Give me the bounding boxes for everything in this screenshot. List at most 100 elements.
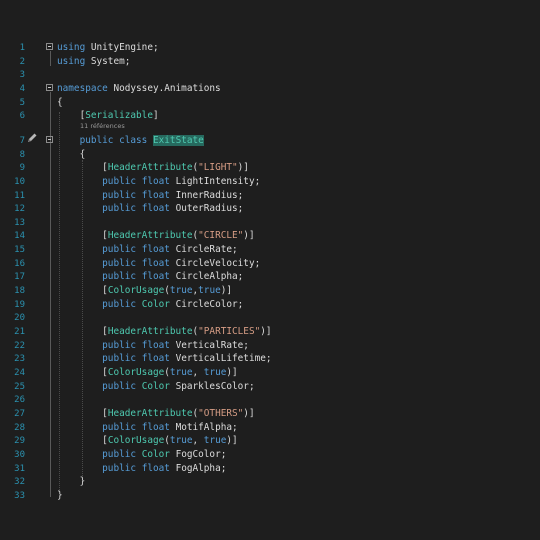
code-text[interactable]: [HeaderAttribute("PARTICLES")] [57,325,271,339]
code-line[interactable]: 25 public Color SparklesColor; [0,380,540,394]
code-line[interactable]: 9 [HeaderAttribute("LIGHT")] [0,161,540,175]
code-editor[interactable]: 11 références 1 using UnityEngine; 2 using … [0,0,540,540]
code-token: SparklesColor; [169,380,255,392]
code-text[interactable]: { [57,148,86,162]
code-text[interactable]: public float OuterRadius; [57,202,243,216]
code-text[interactable]: [ColorUsage(true, true)] [57,434,238,448]
code-text[interactable]: [Serializable] [57,109,159,123]
code-line[interactable]: 13 [0,216,540,230]
code-token: Color [141,380,170,392]
code-token: float [141,244,170,256]
code-line[interactable]: 22 public float VerticalRate; [0,339,540,353]
code-text[interactable]: } [57,475,86,489]
code-line[interactable]: 31 public float FogAlpha; [0,462,540,476]
code-token: OuterRadius; [169,203,244,215]
code-text[interactable]: public Color SparklesColor; [57,380,255,394]
code-line[interactable]: 7 public class ExitState [0,134,540,148]
code-line[interactable]: 15 public float CircleRate; [0,243,540,257]
code-text[interactable]: [HeaderAttribute("OTHERS")] [57,407,254,421]
code-token: ColorUsage [107,435,165,447]
line-number: 15 [14,245,25,256]
line-number: 31 [14,463,25,474]
code-line[interactable]: 10 public float LightIntensity; [0,175,540,189]
code-token: public [57,257,137,269]
code-line[interactable]: 26 [0,393,540,407]
code-text[interactable]: using UnityEngine; [57,41,159,55]
code-token: , [192,366,204,378]
code-text[interactable]: } [57,489,63,503]
code-token: CircleColor; [169,298,244,310]
code-text[interactable]: public class ExitState [57,134,204,148]
code-token: [ [57,326,108,337]
code-line[interactable]: 19 public Color CircleColor; [0,298,540,312]
code-token: public [57,448,137,460]
code-token: FogAlpha; [169,462,227,474]
code-line[interactable]: 27 [HeaderAttribute("OTHERS")] [0,407,540,421]
code-line[interactable]: 16 public float CircleVelocity; [0,257,540,271]
code-text[interactable]: public float VerticalRate; [57,339,249,353]
code-text[interactable]: { [57,96,63,110]
code-line[interactable]: 28 public float MotifAlpha; [0,421,540,435]
code-line[interactable]: 20 [0,311,540,325]
code-token: public [57,298,137,310]
code-line[interactable]: 12 public float OuterRadius; [0,202,540,216]
code-line[interactable]: 4 namespace Nodyssey.Animations [0,82,540,96]
code-text[interactable]: [ColorUsage(true,true)] [57,284,232,298]
code-line[interactable]: 23 public float VerticalLifetime; [0,352,540,366]
code-token: UnityEngine; [85,42,159,53]
code-text[interactable]: public float CircleVelocity; [57,257,260,271]
code-token: float [141,462,170,474]
code-text[interactable]: public float LightIntensity; [57,175,260,189]
code-line[interactable]: 2 using System; [0,55,540,69]
code-token: using [57,55,86,67]
code-line[interactable]: 1 using UnityEngine; [0,41,540,55]
code-token: float [141,271,170,283]
code-line[interactable]: 32 } [0,475,540,489]
code-token: public [57,271,137,283]
line-number: 28 [14,422,25,433]
code-token: "PARTICLES" [198,326,261,337]
code-token: )] [237,162,249,174]
code-text[interactable]: public float CircleRate; [57,243,238,257]
code-line[interactable]: 14 [HeaderAttribute("CIRCLE")] [0,229,540,243]
line-number: 11 [14,190,25,201]
code-line[interactable]: 17 public float CircleAlpha; [0,270,540,284]
code-text[interactable]: [HeaderAttribute("CIRCLE")] [57,229,255,243]
code-text[interactable]: [HeaderAttribute("LIGHT")] [57,161,249,175]
code-line[interactable]: 29 [ColorUsage(true, true)] [0,434,540,448]
code-line[interactable]: 30 public Color FogColor; [0,448,540,462]
code-text[interactable]: public Color FogColor; [57,448,226,462]
code-line[interactable]: 6 [Serializable] [0,109,540,123]
code-token: )] [226,435,238,447]
code-line[interactable]: 21 [HeaderAttribute("PARTICLES")] [0,325,540,339]
code-token: public [57,380,137,392]
code-line[interactable]: 5{ [0,96,540,110]
code-token: true [169,435,193,447]
code-line[interactable]: 18 [ColorUsage(true,true)] [0,284,540,298]
code-token: { [57,96,63,108]
code-text[interactable]: public float InnerRadius; [57,189,243,203]
code-text[interactable]: public float VerticalLifetime; [57,352,271,366]
code-token: )] [243,230,255,242]
code-text[interactable]: [ColorUsage(true, true)] [57,366,238,380]
code-text[interactable]: using System; [57,55,130,69]
code-line[interactable]: 24 [ColorUsage(true, true)] [0,366,540,380]
code-line[interactable]: 11 public float InnerRadius; [0,189,540,203]
code-text[interactable]: public Color CircleColor; [57,298,243,312]
code-line[interactable]: 33} [0,489,540,503]
code-text[interactable]: public float MotifAlpha; [57,421,238,435]
code-text[interactable]: namespace Nodyssey.Animations [57,82,221,96]
line-number: 6 [19,111,25,122]
code-token: CircleAlpha; [169,271,244,283]
code-text[interactable]: public float FogAlpha; [57,462,226,476]
code-text[interactable]: public float CircleAlpha; [57,270,243,284]
code-token: LightIntensity; [169,175,261,187]
code-line[interactable]: 8 { [0,148,540,162]
code-token: CircleRate; [169,244,238,256]
code-line[interactable]: 3 [0,68,540,82]
code-token: public [57,134,114,146]
code-token: System; [85,55,131,67]
line-number: 27 [14,408,25,419]
code-token: [ [57,366,108,378]
code-token: float [141,189,170,201]
